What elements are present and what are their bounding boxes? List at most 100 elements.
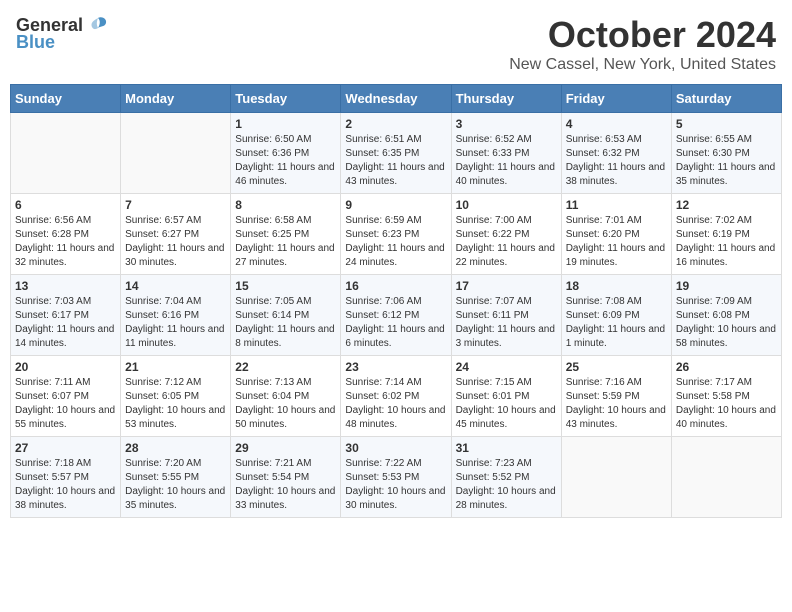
calendar-cell: 30 Sunrise: 7:22 AM Sunset: 5:53 PM Dayli…: [341, 437, 451, 518]
day-info: Sunrise: 6:52 AM Sunset: 6:33 PM Dayligh…: [456, 133, 557, 189]
weekday-header-thursday: Thursday: [451, 85, 561, 113]
calendar-cell: 5 Sunrise: 6:55 AM Sunset: 6:30 PM Daylig…: [671, 113, 781, 194]
calendar-cell: 2Sunrise: 6:51 AM Sunset: 6:35 PM Daylig…: [341, 113, 451, 194]
day-info: Sunrise: 7:18 AM Sunset: 5:57 PM Dayligh…: [15, 457, 116, 513]
calendar-cell: [11, 113, 121, 194]
day-number: 1: [235, 117, 336, 131]
calendar-cell: 22 Sunrise: 7:13 AM Sunset: 6:04 PM Dayli…: [231, 356, 341, 437]
calendar-cell: 8 Sunrise: 6:58 AM Sunset: 6:25 PM Daylig…: [231, 194, 341, 275]
calendar-cell: 1 Sunrise: 6:50 AM Sunset: 6:36 PM Daylig…: [231, 113, 341, 194]
day-info: Sunrise: 7:11 AM Sunset: 6:07 PM Dayligh…: [15, 376, 116, 432]
day-info: Sunrise: 7:07 AM Sunset: 6:11 PM Dayligh…: [456, 295, 557, 351]
day-info: Sunrise: 6:53 AM Sunset: 6:32 PM Dayligh…: [566, 133, 667, 189]
calendar-cell: 20 Sunrise: 7:11 AM Sunset: 6:07 PM Dayli…: [11, 356, 121, 437]
day-number: 24: [456, 360, 557, 374]
calendar-cell: 10Sunrise: 7:00 AM Sunset: 6:22 PM Dayli…: [451, 194, 561, 275]
page-header: General Blue October 2024 New Cassel, Ne…: [10, 10, 782, 78]
day-info: Sunrise: 6:57 AM Sunset: 6:27 PM Dayligh…: [125, 214, 226, 270]
calendar-cell: 9Sunrise: 6:59 AM Sunset: 6:23 PM Daylig…: [341, 194, 451, 275]
calendar-cell: 11Sunrise: 7:01 AM Sunset: 6:20 PM Dayli…: [561, 194, 671, 275]
day-number: 9: [345, 198, 446, 212]
week-row-1: 1 Sunrise: 6:50 AM Sunset: 6:36 PM Daylig…: [11, 113, 782, 194]
day-info: Sunrise: 7:05 AM Sunset: 6:14 PM Dayligh…: [235, 295, 336, 351]
day-info: Sunrise: 7:04 AM Sunset: 6:16 PM Dayligh…: [125, 295, 226, 351]
weekday-header-saturday: Saturday: [671, 85, 781, 113]
weekday-header-sunday: Sunday: [11, 85, 121, 113]
day-number: 27: [15, 441, 116, 455]
weekday-header-wednesday: Wednesday: [341, 85, 451, 113]
calendar-cell: [121, 113, 231, 194]
day-info: Sunrise: 7:23 AM Sunset: 5:52 PM Dayligh…: [456, 457, 557, 513]
calendar-cell: 23Sunrise: 7:14 AM Sunset: 6:02 PM Dayli…: [341, 356, 451, 437]
week-row-4: 20 Sunrise: 7:11 AM Sunset: 6:07 PM Dayli…: [11, 356, 782, 437]
day-info: Sunrise: 7:16 AM Sunset: 5:59 PM Dayligh…: [566, 376, 667, 432]
week-row-2: 6 Sunrise: 6:56 AM Sunset: 6:28 PM Daylig…: [11, 194, 782, 275]
day-number: 25: [566, 360, 667, 374]
day-number: 20: [15, 360, 116, 374]
day-number: 15: [235, 279, 336, 293]
day-info: Sunrise: 7:06 AM Sunset: 6:12 PM Dayligh…: [345, 295, 446, 351]
calendar-cell: 16Sunrise: 7:06 AM Sunset: 6:12 PM Dayli…: [341, 275, 451, 356]
day-number: 21: [125, 360, 226, 374]
day-info: Sunrise: 7:13 AM Sunset: 6:04 PM Dayligh…: [235, 376, 336, 432]
day-number: 14: [125, 279, 226, 293]
calendar-cell: 4Sunrise: 6:53 AM Sunset: 6:32 PM Daylig…: [561, 113, 671, 194]
day-number: 7: [125, 198, 226, 212]
weekday-header-tuesday: Tuesday: [231, 85, 341, 113]
day-info: Sunrise: 6:56 AM Sunset: 6:28 PM Dayligh…: [15, 214, 116, 270]
calendar-cell: 19 Sunrise: 7:09 AM Sunset: 6:08 PM Dayli…: [671, 275, 781, 356]
day-number: 3: [456, 117, 557, 131]
day-info: Sunrise: 7:00 AM Sunset: 6:22 PM Dayligh…: [456, 214, 557, 270]
day-number: 8: [235, 198, 336, 212]
week-row-3: 13Sunrise: 7:03 AM Sunset: 6:17 PM Dayli…: [11, 275, 782, 356]
calendar-cell: 6 Sunrise: 6:56 AM Sunset: 6:28 PM Daylig…: [11, 194, 121, 275]
day-info: Sunrise: 7:22 AM Sunset: 5:53 PM Dayligh…: [345, 457, 446, 513]
calendar-cell: [561, 437, 671, 518]
calendar-cell: 12 Sunrise: 7:02 AM Sunset: 6:19 PM Dayli…: [671, 194, 781, 275]
day-number: 12: [676, 198, 777, 212]
day-number: 26: [676, 360, 777, 374]
calendar-cell: 21 Sunrise: 7:12 AM Sunset: 6:05 PM Dayli…: [121, 356, 231, 437]
calendar-cell: 13Sunrise: 7:03 AM Sunset: 6:17 PM Dayli…: [11, 275, 121, 356]
day-info: Sunrise: 6:55 AM Sunset: 6:30 PM Dayligh…: [676, 133, 777, 189]
day-number: 5: [676, 117, 777, 131]
calendar-cell: 24Sunrise: 7:15 AM Sunset: 6:01 PM Dayli…: [451, 356, 561, 437]
day-number: 13: [15, 279, 116, 293]
day-number: 30: [345, 441, 446, 455]
calendar-cell: [671, 437, 781, 518]
calendar-cell: 31 Sunrise: 7:23 AM Sunset: 5:52 PM Dayli…: [451, 437, 561, 518]
day-number: 31: [456, 441, 557, 455]
day-info: Sunrise: 7:20 AM Sunset: 5:55 PM Dayligh…: [125, 457, 226, 513]
day-number: 2: [345, 117, 446, 131]
day-info: Sunrise: 7:09 AM Sunset: 6:08 PM Dayligh…: [676, 295, 777, 351]
logo-bird-icon: [87, 14, 109, 36]
logo-blue-text: Blue: [16, 32, 55, 53]
day-number: 22: [235, 360, 336, 374]
calendar-cell: 3 Sunrise: 6:52 AM Sunset: 6:33 PM Daylig…: [451, 113, 561, 194]
weekday-header-row: SundayMondayTuesdayWednesdayThursdayFrid…: [11, 85, 782, 113]
day-number: 23: [345, 360, 446, 374]
calendar-cell: 17Sunrise: 7:07 AM Sunset: 6:11 PM Dayli…: [451, 275, 561, 356]
weekday-header-friday: Friday: [561, 85, 671, 113]
location-title: New Cassel, New York, United States: [509, 56, 776, 74]
day-number: 19: [676, 279, 777, 293]
calendar-cell: 29Sunrise: 7:21 AM Sunset: 5:54 PM Dayli…: [231, 437, 341, 518]
day-info: Sunrise: 7:17 AM Sunset: 5:58 PM Dayligh…: [676, 376, 777, 432]
calendar-table: SundayMondayTuesdayWednesdayThursdayFrid…: [10, 84, 782, 518]
title-block: October 2024 New Cassel, New York, Unite…: [509, 14, 776, 74]
day-info: Sunrise: 7:01 AM Sunset: 6:20 PM Dayligh…: [566, 214, 667, 270]
weekday-header-monday: Monday: [121, 85, 231, 113]
week-row-5: 27 Sunrise: 7:18 AM Sunset: 5:57 PM Dayli…: [11, 437, 782, 518]
day-info: Sunrise: 6:50 AM Sunset: 6:36 PM Dayligh…: [235, 133, 336, 189]
month-title: October 2024: [509, 14, 776, 56]
day-info: Sunrise: 7:02 AM Sunset: 6:19 PM Dayligh…: [676, 214, 777, 270]
day-number: 6: [15, 198, 116, 212]
day-info: Sunrise: 7:12 AM Sunset: 6:05 PM Dayligh…: [125, 376, 226, 432]
logo: General Blue: [16, 14, 109, 53]
day-number: 18: [566, 279, 667, 293]
day-info: Sunrise: 7:08 AM Sunset: 6:09 PM Dayligh…: [566, 295, 667, 351]
calendar-cell: 14 Sunrise: 7:04 AM Sunset: 6:16 PM Dayli…: [121, 275, 231, 356]
day-info: Sunrise: 6:58 AM Sunset: 6:25 PM Dayligh…: [235, 214, 336, 270]
calendar-cell: 27 Sunrise: 7:18 AM Sunset: 5:57 PM Dayli…: [11, 437, 121, 518]
calendar-cell: 7 Sunrise: 6:57 AM Sunset: 6:27 PM Daylig…: [121, 194, 231, 275]
